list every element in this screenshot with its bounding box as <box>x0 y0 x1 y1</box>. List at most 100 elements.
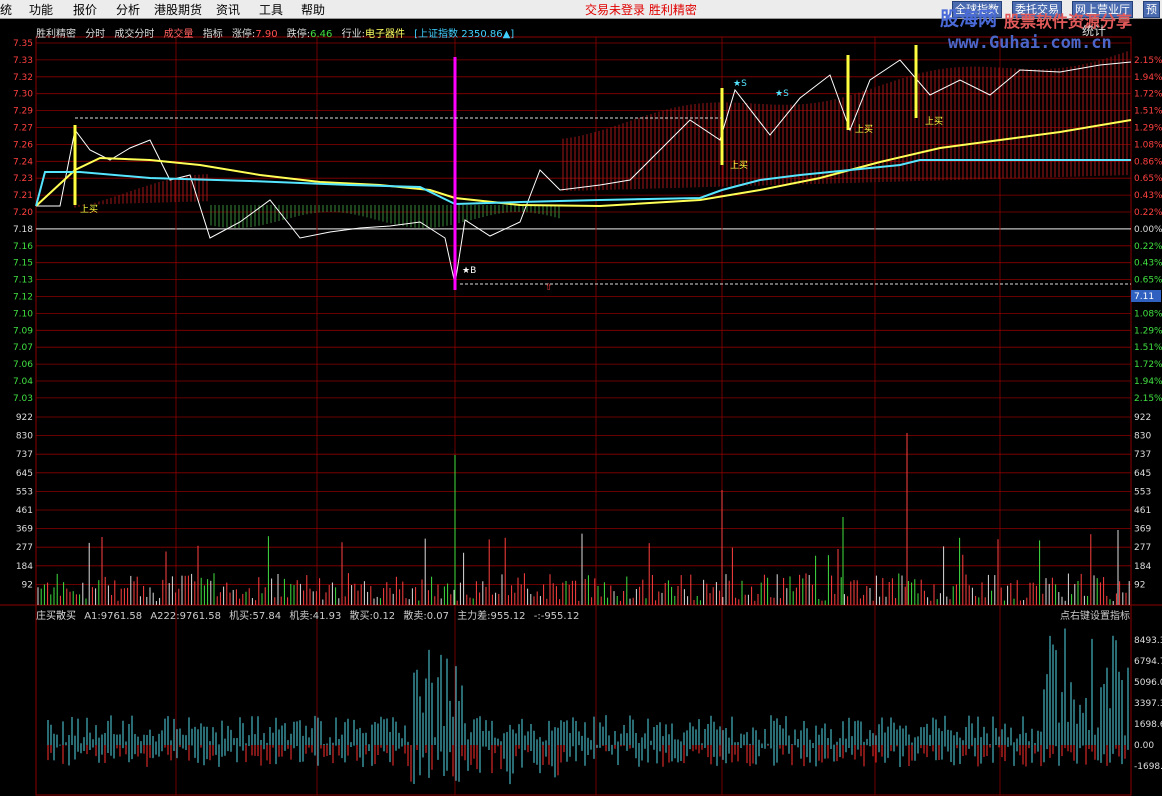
pct-tick-label: 1.08% <box>1134 140 1162 150</box>
pct-tick-label: 2.15% <box>1134 394 1162 404</box>
pct-tick-label: 1.08% <box>1134 309 1162 319</box>
signal-markers: 上买★B★S★S上买上买上买⇧ <box>80 79 943 293</box>
watermark-brand: 股海网 <box>940 8 998 30</box>
volume-tick-label: 737 <box>1134 450 1151 460</box>
pct-tick-label: 1.29% <box>1134 326 1162 336</box>
tab-indicator[interactable]: 指标 <box>203 29 223 40</box>
indicator-neg-diff: -:-955.12 <box>533 611 580 622</box>
price-tick-label: 7.16 <box>13 242 33 252</box>
menu-news[interactable]: 资讯 <box>216 1 240 18</box>
pct-tick-label: 0.86% <box>1134 157 1162 167</box>
industry-value[interactable]: 电子器件 <box>365 29 405 40</box>
limit-up-label: 涨停: <box>231 29 256 40</box>
volume-tick-label: 92 <box>22 580 33 590</box>
volume-tick-label: 645 <box>1134 469 1151 479</box>
pct-tick-label: 1.72% <box>1134 360 1162 370</box>
price-tick-label: 7.32 <box>13 73 33 83</box>
price-tag-label: 7.11 <box>1134 292 1154 302</box>
price-tick-label: 7.04 <box>13 377 33 387</box>
menu-function[interactable]: 功能 <box>29 1 53 18</box>
price-tick-label: 7.30 <box>13 90 33 100</box>
price-tick-label: 7.12 <box>13 293 33 303</box>
price-tick-label: 7.26 <box>13 140 33 150</box>
indicator-main-diff: 主力差:955.12 <box>457 611 526 622</box>
volume-tick-label: 830 <box>16 432 33 442</box>
volume-tick-label: 737 <box>16 450 33 460</box>
indicator-tick-label: 1698.6 <box>1134 720 1162 730</box>
signal-marker: ★B <box>462 266 476 276</box>
indicator-a222: A222:9761.58 <box>150 611 221 622</box>
volume-tick-label: 553 <box>16 487 33 497</box>
volume-tick-label: 184 <box>16 562 33 572</box>
chart-header: 胜利精密 分时 成交分时 成交量 指标 涨停:7.90 跌停:6.46 行业:电… <box>36 25 520 40</box>
pct-tick-label: 0.00% <box>1134 225 1162 235</box>
stock-name: 胜利精密 <box>36 29 76 40</box>
up-arrow-icon: ⇧ <box>545 283 553 293</box>
volume-tick-label: 92 <box>1134 580 1145 590</box>
limit-down-label: 跌停: <box>286 29 311 40</box>
indicator-tick-label: 8493.3 <box>1134 636 1162 646</box>
pct-tick-label: 0.43% <box>1134 191 1162 201</box>
volume-tick-label: 830 <box>1134 432 1151 442</box>
pct-tick-label: 1.94% <box>1134 377 1162 387</box>
price-tick-label: 7.15 <box>13 259 33 269</box>
volume-tick-label: 369 <box>1134 525 1151 535</box>
menu-tools[interactable]: 工具 <box>259 1 283 18</box>
pct-tick-label: 1.51% <box>1134 107 1162 117</box>
price-tick-label: 7.23 <box>13 174 33 184</box>
menu-quote[interactable]: 报价 <box>73 1 97 18</box>
pct-tick-label: 0.22% <box>1134 208 1162 218</box>
indicator-header: 庄买散买 A1:9761.58 A222:9761.58 机买:57.84 机卖… <box>36 607 584 622</box>
volume-tick-label: 461 <box>1134 506 1151 516</box>
indicator-bars <box>47 628 1129 785</box>
industry-label: 行业: <box>341 29 365 40</box>
pct-tick-label: 0.43% <box>1134 259 1162 269</box>
indicator-tick-label: -1698.6 <box>1134 762 1162 772</box>
price-tick-label: 7.29 <box>13 107 33 117</box>
price-tick-label: 7.03 <box>13 394 33 404</box>
price-tick-label: 7.27 <box>13 124 33 134</box>
pct-tick-label: 0.65% <box>1134 276 1162 286</box>
trade-notice[interactable]: 交易未登录 胜利精密 <box>585 1 697 18</box>
signal-marker: ★S <box>733 79 747 89</box>
limit-up-value: 7.90 <box>255 29 278 40</box>
price-tick-label: 7.18 <box>13 225 33 235</box>
signal-marker: 上买 <box>925 116 943 127</box>
indicator-inst-sell: 机卖:41.93 <box>289 611 342 622</box>
price-tick-label: 7.24 <box>13 157 33 167</box>
price-tick-label: 7.20 <box>13 208 33 218</box>
tab-intraday[interactable]: 分时 <box>85 29 105 40</box>
price-tick-label: 7.33 <box>13 56 33 66</box>
signal-marker: ★S <box>775 89 789 99</box>
signal-marker: 上买 <box>730 160 748 171</box>
pct-tick-label: 1.29% <box>1134 124 1162 134</box>
menu-help[interactable]: 帮助 <box>301 1 325 18</box>
chart-area[interactable]: 上买★B★S★S上买上买上买⇧ 7.357.337.327.307.297.27… <box>0 18 1162 796</box>
price-tick-label: 7.10 <box>13 309 33 319</box>
menu-system[interactable]: 统 <box>0 1 12 18</box>
volume-tick-label: 922 <box>16 413 33 423</box>
price-fill-bars <box>74 51 1128 228</box>
price-tick-label: 7.06 <box>13 360 33 370</box>
menu-hk-futures[interactable]: 港股期货 <box>154 1 202 18</box>
indicator-setting-hint[interactable]: 点右键设置指标 <box>1060 607 1130 622</box>
pct-tick-label: 1.51% <box>1134 343 1162 353</box>
index-quote[interactable]: [上证指数 2350.86▲] <box>414 29 514 40</box>
menu-analysis[interactable]: 分析 <box>116 1 140 18</box>
stat-label[interactable]: 统计 <box>1082 22 1106 39</box>
pct-tick-label: 0.65% <box>1134 174 1162 184</box>
price-tick-label: 7.13 <box>13 276 33 286</box>
indicator-retail-buy: 散买:0.12 <box>349 611 396 622</box>
indicator-name[interactable]: 庄买散买 <box>36 611 76 622</box>
indicator-tick-label: 0.00 <box>1134 741 1154 751</box>
tab-volume[interactable]: 成交量 <box>164 29 194 40</box>
indicator-tick-label: 5096.0 <box>1134 678 1162 688</box>
tab-deal-intraday[interactable]: 成交分时 <box>114 29 154 40</box>
pct-tick-label: 1.72% <box>1134 90 1162 100</box>
more-button[interactable]: 预 <box>1143 1 1160 18</box>
volume-tick-label: 553 <box>1134 487 1151 497</box>
pct-tick-label: 2.15% <box>1134 56 1162 66</box>
volume-tick-label: 922 <box>1134 413 1151 423</box>
volume-tick-label: 184 <box>1134 562 1151 572</box>
price-tick-label: 7.21 <box>13 191 33 201</box>
